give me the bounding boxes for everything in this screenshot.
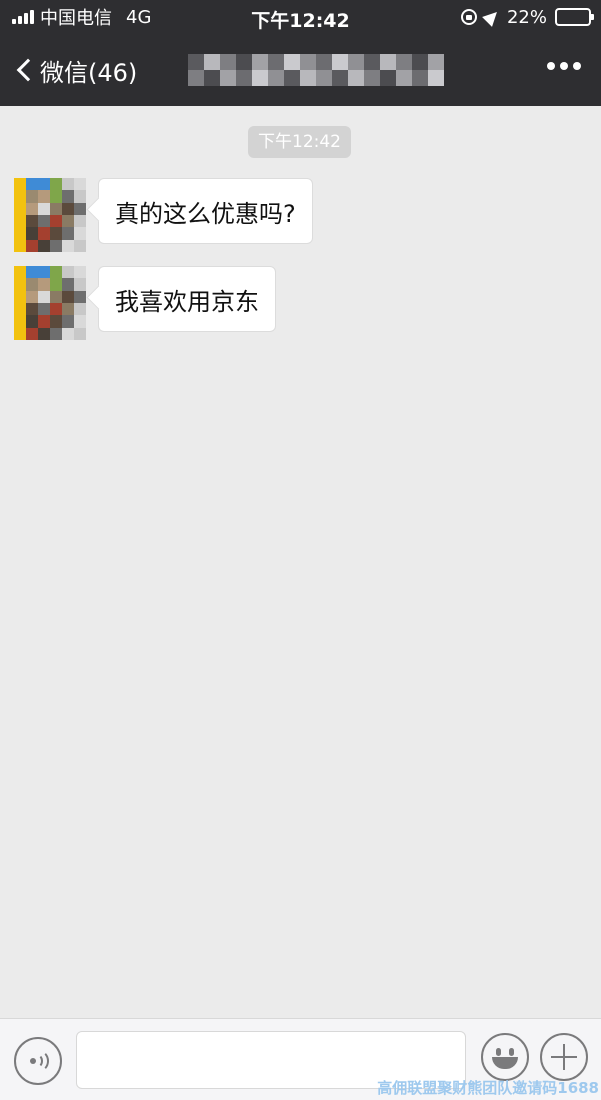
more-icon: [547, 62, 581, 70]
battery-percent: 22%: [506, 6, 547, 28]
status-bar: 中国电信 4G 下午12:42 22%: [0, 0, 601, 34]
rotation-lock-icon: [460, 9, 477, 25]
location-icon: [482, 7, 502, 27]
title-mosaic: [188, 54, 444, 86]
message-bubble[interactable]: 真的这么优惠吗?: [98, 178, 313, 244]
message-row: 我喜欢用京东: [14, 266, 276, 340]
message-row: 真的这么优惠吗?: [14, 178, 313, 252]
back-label: 微信(46): [40, 58, 138, 87]
chat-area[interactable]: 下午12:42 真的这么优惠吗? 我喜欢用京东: [0, 106, 601, 1018]
input-bar: 高佣联盟聚财熊团队邀请码1688: [0, 1018, 601, 1100]
chat-title-obscured: [188, 54, 448, 86]
voice-button[interactable]: [14, 1037, 62, 1085]
watermark: 高佣联盟聚财熊团队邀请码1688: [377, 1079, 599, 1097]
status-right: 22%: [460, 6, 594, 28]
emoji-button[interactable]: [481, 1033, 529, 1081]
nav-bar: 微信(46): [0, 34, 601, 106]
message-timestamp: 下午12:42: [248, 126, 351, 158]
back-button[interactable]: 微信(46): [14, 50, 137, 90]
more-actions-button[interactable]: [540, 1033, 588, 1081]
avatar[interactable]: [14, 178, 86, 252]
plus-icon: [551, 1044, 577, 1070]
avatar[interactable]: [14, 266, 86, 340]
voice-icon: [27, 1050, 49, 1072]
battery-icon: [555, 8, 594, 26]
emoji-icon: [483, 1035, 527, 1079]
message-bubble[interactable]: 我喜欢用京东: [98, 266, 276, 332]
more-button[interactable]: [547, 62, 581, 70]
chevron-left-icon: [16, 58, 40, 82]
